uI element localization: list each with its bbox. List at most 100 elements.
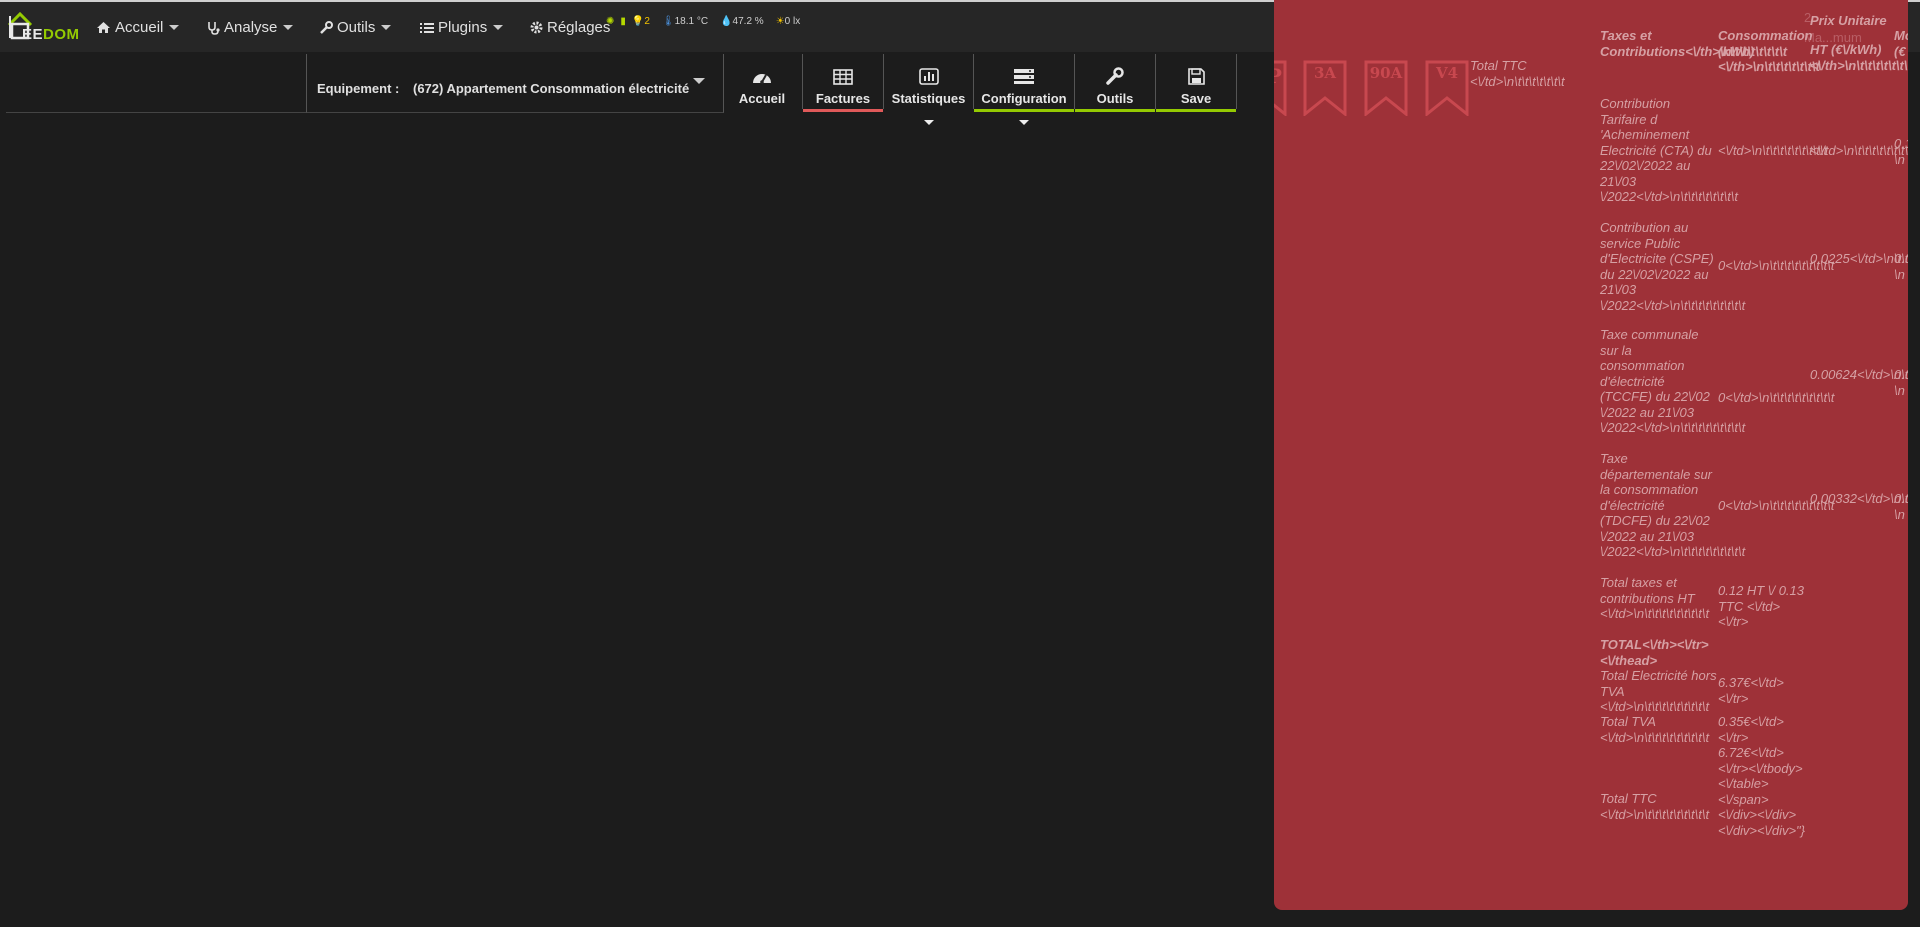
chevron-down-icon <box>169 25 180 30</box>
tax-row-name: Contribution au service Public d'Electri… <box>1600 220 1746 313</box>
col-header-consommation: Consommation (kWh)<\/th>\n\t\t\t\t\t\t\t <box>1718 28 1820 74</box>
bar-chart-icon <box>918 68 939 85</box>
dashboard-icon <box>753 74 771 84</box>
col-header-taxes: Taxes et Contributions<\/th>\n\t\t\t\t\t… <box>1600 28 1788 59</box>
tab-factures[interactable]: Factures <box>803 54 884 112</box>
tax-row-conso: 0<\/td>\n\t\t\t\t\t\t\t\t\t <box>1718 498 1835 513</box>
equipment-label: Equipement : <box>317 81 400 96</box>
tax-row-prix: 0.00624<\/td>\n\t\t\t\t\t\t\t\t\t <box>1810 367 1908 382</box>
chevron-down-icon <box>381 25 392 30</box>
tab-accueil-label: Accueil <box>738 91 786 106</box>
tab-outils[interactable]: Outils <box>1075 54 1156 112</box>
tax-row-prix: 0.00332<\/td>\n\t\t\t\t\t\t\t\t\t <box>1810 491 1908 506</box>
col-header-montant: Mo (€ <box>1894 28 1908 59</box>
tab-underline <box>974 109 1074 112</box>
logo-text: EEDOM <box>22 26 80 43</box>
tax-row-prix: 0.0225<\/td>\n\t\t\t\t\t\t\t\t\t <box>1810 251 1908 266</box>
bookmark-badge-90a: 90A <box>1363 60 1409 118</box>
chevron-down-icon <box>283 25 294 30</box>
tab-configuration-label: Configuration <box>981 91 1067 106</box>
tab-statistiques-label: Statistiques <box>891 91 966 106</box>
tax-row-montant: 0.1 \n \t <box>1894 136 1908 167</box>
bookmark-badge-hp: HP <box>1274 60 1288 118</box>
floppy-icon <box>1187 68 1205 85</box>
table-icon <box>833 69 853 85</box>
nav-analyse-menu[interactable]: Analyse <box>207 19 294 36</box>
bookmark-badge-v4: V4 <box>1424 60 1470 118</box>
thermometer-icon[interactable]: 🌡18.1 °C <box>662 16 714 27</box>
light-count: 2 <box>644 16 650 27</box>
tax-row-conso: <\/td>\n\t\t\t\t\t\t\t\t\t <box>1718 143 1828 158</box>
total-header: TOTAL<\/th><\/tr><\/thead> <box>1600 637 1709 668</box>
tab-save-label: Save <box>1180 91 1212 106</box>
nav-outils-label: Outils <box>337 19 376 36</box>
nav-plugins-menu[interactable]: Plugins <box>420 19 504 36</box>
tax-row-montant: 0.0 \n \t <box>1894 367 1908 398</box>
list-icon <box>420 22 434 33</box>
total-ttc-value: 6.72€<\/td><\/tr><\/tbody><\/table><\/sp… <box>1718 745 1806 838</box>
bookmark-text: 90A <box>1369 64 1403 82</box>
tax-row-prix: <\/td>\n\t\t\t\t\t\t\t\t\t <box>1810 143 1908 158</box>
gear-icon <box>530 21 543 34</box>
tax-row-name: Taxe départementale sur la consommation … <box>1600 451 1746 559</box>
nav-accueil-label: Accueil <box>115 19 164 36</box>
total-tva-label: Total TVA <\/td>\n\t\t\t\t\t\t\t\t\t <box>1600 714 1710 745</box>
tab-underline <box>1075 109 1155 112</box>
stethoscope-icon <box>208 21 220 35</box>
server-icon <box>1014 69 1034 84</box>
equipment-selector[interactable]: Equipement : (672) Appartement Consommat… <box>306 54 724 113</box>
equipment-value: (672) Appartement Consommation électrici… <box>413 81 690 96</box>
plugin-tabs: Accueil Factures Statistiques Configurat… <box>722 54 1237 125</box>
tax-row-conso: 0<\/td>\n\t\t\t\t\t\t\t\t\t <box>1718 390 1835 405</box>
nav-accueil-menu[interactable]: Accueil <box>96 19 180 36</box>
nav-plugins-label: Plugins <box>438 19 488 36</box>
total-ttc-label: Total TTC <\/td>\n\t\t\t\t\t\t\t\t\t <box>1600 791 1710 822</box>
tab-factures-label: Factures <box>815 91 871 106</box>
dropdown-caret-icon[interactable] <box>923 120 934 125</box>
droplet-icon[interactable]: 💧47.2 % <box>720 16 770 27</box>
total-ttc-header: Total TTC <\/td>\n\t\t\t\t\t\t\t <box>1470 58 1565 89</box>
robot-icon[interactable]: ✺ <box>606 16 614 27</box>
tax-row-conso: 0<\/td>\n\t\t\t\t\t\t\t\t\t <box>1718 258 1835 273</box>
humidity-value: 47.2 % <box>732 16 764 27</box>
wrench-icon <box>1106 67 1124 85</box>
chevron-down-icon <box>493 25 504 30</box>
status-bar: ✺ ▮ 💡2 🌡18.1 °C 💧47.2 % ☀0 lx <box>606 16 812 27</box>
tab-accueil[interactable]: Accueil <box>722 54 803 109</box>
total-elec-label: Total Electricité hors TVA <\/td>\n\t\t\… <box>1600 668 1717 714</box>
home-icon <box>97 22 110 33</box>
tax-row-montant: 0.0 \n \t <box>1894 491 1908 522</box>
col-header-prix-unitaire: Prix Unitaire <box>1810 13 1887 28</box>
nav-outils-menu[interactable]: Outils <box>320 19 392 36</box>
col-header-prix-ht: HT (€\/kWh)<\/th>\n\t\t\t\t\t\t\t <box>1810 42 1908 73</box>
bookmark-text: V4 <box>1435 64 1459 82</box>
jeedom-logo[interactable]: EEDOM <box>6 10 80 44</box>
tab-save[interactable]: Save <box>1156 54 1237 112</box>
temperature-value: 18.1 °C <box>674 16 709 27</box>
dropdown-caret-icon[interactable] <box>1019 120 1029 125</box>
total-taxes-value: 0.12 HT \/ 0.13 TTC <\/td><\/tr> <box>1718 583 1804 629</box>
total-elec-value: 6.37€<\/td><\/tr> <box>1718 675 1784 706</box>
tax-row-montant: 0.0 \n \t <box>1894 251 1908 282</box>
nav-reglages-label: Réglages <box>547 19 611 36</box>
lightbulb-icon[interactable]: 💡2 <box>632 16 656 27</box>
tax-row-name: Taxe communale sur la consommation d'éle… <box>1600 327 1746 435</box>
tab-underline <box>1156 109 1236 112</box>
invoice-overlay-panel: HP 3A 90A V4 2 Ma...mum Total TTC <\/td>… <box>1274 0 1908 910</box>
battery-icon[interactable]: ▮ <box>620 16 626 27</box>
wrench-icon <box>320 21 333 34</box>
chevron-down-icon <box>693 78 705 84</box>
sun-icon[interactable]: ☀0 lx <box>776 16 807 27</box>
tab-outils-label: Outils <box>1096 91 1134 106</box>
total-tva-value: 0.35€<\/td><\/tr> <box>1718 714 1784 745</box>
total-taxes-label: Total taxes et contributions HT <\/td>\n… <box>1600 575 1710 621</box>
nav-reglages-menu[interactable]: Réglages <box>530 19 610 36</box>
nav-analyse-label: Analyse <box>224 19 278 36</box>
tab-configuration[interactable]: Configuration <box>974 54 1075 125</box>
logo-text-dom: DOM <box>43 26 80 43</box>
active-underline <box>803 109 883 112</box>
bookmark-text: HP <box>1274 64 1282 88</box>
bookmark-badge-3a: 3A <box>1302 60 1348 118</box>
tab-statistiques[interactable]: Statistiques <box>884 54 974 125</box>
tax-row-name: Contribution Tarifaire d 'Acheminement E… <box>1600 96 1739 204</box>
